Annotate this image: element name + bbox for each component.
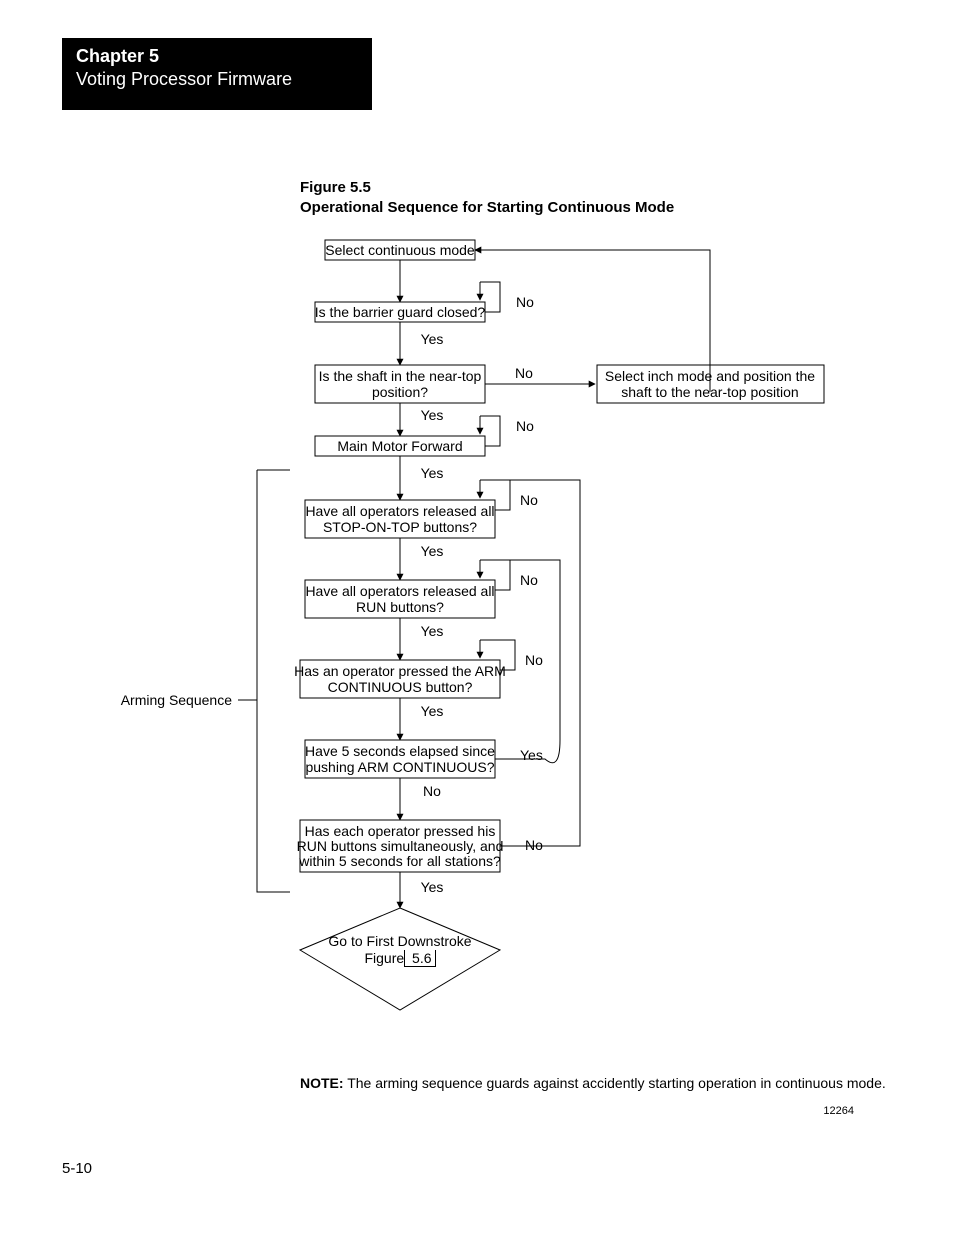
flowchart: Select continuous mode Is the barrier gu… bbox=[0, 0, 954, 1060]
stopontop-no: No bbox=[520, 492, 538, 508]
motor-no: No bbox=[516, 418, 534, 434]
fivesec-yes-label: Yes bbox=[520, 747, 543, 763]
node-runrel-l2: RUN buttons? bbox=[356, 599, 444, 615]
node-runrel-l1: Have all operators released all bbox=[305, 583, 494, 599]
node-fivesec-l1: Have 5 seconds elapsed since bbox=[305, 743, 495, 759]
arming-sequence-label: Arming Sequence bbox=[121, 692, 233, 708]
node-stopontop-l1: Have all operators released all bbox=[305, 503, 494, 519]
runrel-yes: Yes bbox=[421, 623, 444, 639]
node-arm-l1: Has an operator pressed the ARM bbox=[294, 663, 506, 679]
motor-yes: Yes bbox=[421, 465, 444, 481]
note-text: The arming sequence guards against accid… bbox=[344, 1075, 886, 1091]
node-eachrun-l3: within 5 seconds for all stations? bbox=[298, 853, 501, 869]
barrier-no: No bbox=[516, 294, 534, 310]
note-label: NOTE: bbox=[300, 1075, 344, 1091]
document-id: 12264 bbox=[823, 1105, 854, 1117]
node-start-label: Select continuous mode bbox=[325, 242, 475, 258]
node-arm-l2: CONTINUOUS button? bbox=[328, 679, 473, 695]
runrel-no: No bbox=[520, 572, 538, 588]
node-fivesec-l2: pushing ARM CONTINUOUS? bbox=[305, 759, 494, 775]
barrier-yes: Yes bbox=[421, 331, 444, 347]
node-neartop-l1: Is the shaft in the near-top bbox=[319, 368, 482, 384]
eachrun-no: No bbox=[525, 837, 543, 853]
node-barrier-label: Is the barrier guard closed? bbox=[315, 304, 486, 320]
arm-no: No bbox=[525, 652, 543, 668]
neartop-no: No bbox=[515, 365, 533, 381]
note: NOTE: The arming sequence guards against… bbox=[300, 1075, 886, 1091]
node-stopontop-l2: STOP-ON-TOP buttons? bbox=[323, 519, 477, 535]
node-motor-label: Main Motor Forward bbox=[337, 438, 462, 454]
fivesec-no: No bbox=[423, 783, 441, 799]
figure-link-5-6[interactable]: 5.6 bbox=[404, 950, 435, 967]
node-goto-l1: Go to First Downstroke bbox=[328, 933, 471, 949]
neartop-yes: Yes bbox=[421, 407, 444, 423]
node-eachrun-l2: RUN buttons simultaneously, and bbox=[297, 838, 504, 854]
node-goto-l2a: Figure bbox=[364, 950, 404, 966]
node-neartop-l2: position? bbox=[372, 384, 428, 400]
node-eachrun-l1: Has each operator pressed his bbox=[305, 823, 496, 839]
eachrun-yes: Yes bbox=[421, 879, 444, 895]
page-number: 5-10 bbox=[62, 1160, 92, 1177]
arm-yes: Yes bbox=[421, 703, 444, 719]
stopontop-yes: Yes bbox=[421, 543, 444, 559]
